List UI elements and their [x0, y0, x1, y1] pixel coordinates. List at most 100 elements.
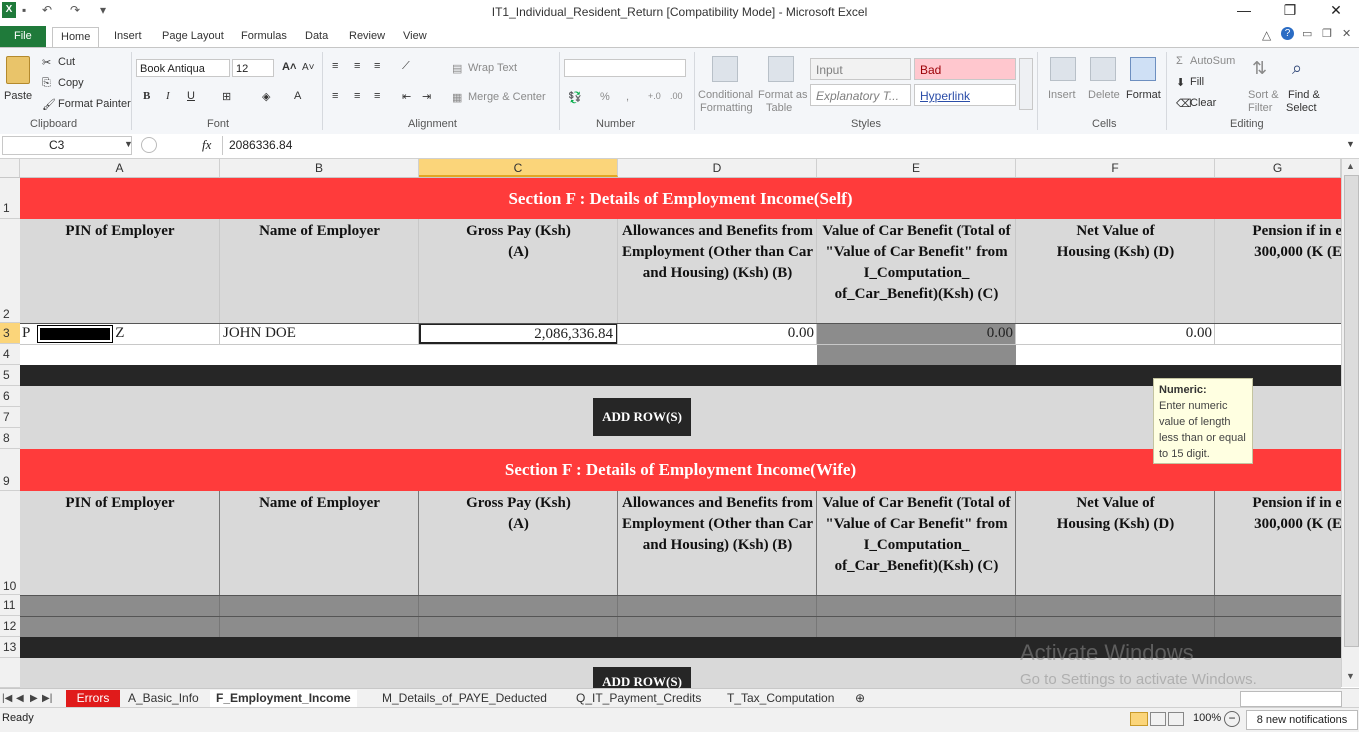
add-rows-self-button[interactable]: ADD ROW(S): [593, 398, 691, 436]
format-as-table-button[interactable]: Format as: [758, 89, 808, 101]
sheet-tab-tax-computation[interactable]: T_Tax_Computation: [727, 690, 834, 707]
font-name-combo[interactable]: Book Antiqua: [136, 59, 230, 77]
next-sheet-icon[interactable]: ▶: [30, 690, 38, 707]
autosum-button[interactable]: AutoSum: [1190, 55, 1235, 67]
zoom-out-icon[interactable]: −: [1224, 711, 1240, 727]
cell-e4[interactable]: [817, 344, 1016, 365]
row-header-8[interactable]: 8: [0, 428, 20, 449]
row-header-9[interactable]: 9: [0, 449, 20, 491]
vertical-scrollbar[interactable]: ▲ ▼: [1341, 159, 1359, 687]
styles-scroll-icon[interactable]: [1019, 58, 1033, 110]
row-header-2[interactable]: 2: [0, 219, 20, 323]
tab-file[interactable]: File: [0, 26, 46, 47]
row-header-12[interactable]: 12: [0, 616, 20, 637]
style-explanatory[interactable]: Explanatory T...: [810, 84, 911, 106]
first-sheet-icon[interactable]: |◀: [2, 690, 12, 707]
column-header-g[interactable]: G: [1215, 159, 1341, 177]
clear-button[interactable]: Clear: [1190, 97, 1216, 109]
font-size-combo[interactable]: 12: [232, 59, 274, 77]
cell-g3[interactable]: [1215, 323, 1341, 344]
scroll-thumb[interactable]: [1344, 175, 1359, 647]
style-hyperlink[interactable]: Hyperlink: [914, 84, 1016, 106]
column-header-d[interactable]: D: [618, 159, 817, 177]
align-right-icon[interactable]: ≡: [374, 90, 380, 102]
row-header-13[interactable]: 13: [0, 637, 20, 658]
decrease-indent-icon[interactable]: ⇤: [402, 90, 411, 103]
sheet-grid[interactable]: 1 2 3 4 5 6 7 8 9 10 11 12 13 Section F …: [0, 178, 1341, 688]
style-bad[interactable]: Bad: [914, 58, 1016, 80]
sort-filter-button[interactable]: Sort &: [1248, 89, 1279, 101]
name-box[interactable]: C3: [2, 136, 132, 155]
restore-button[interactable]: ❐: [1270, 2, 1310, 22]
increase-indent-icon[interactable]: ⇥: [422, 90, 431, 103]
column-header-a[interactable]: A: [20, 159, 220, 177]
tab-home[interactable]: Home: [52, 27, 100, 48]
find-select-button[interactable]: Find &: [1288, 89, 1320, 101]
grow-font-icon[interactable]: A˄: [282, 61, 296, 73]
insert-sheet-icon[interactable]: ⊕: [855, 690, 865, 707]
page-layout-view-icon[interactable]: [1150, 712, 1166, 726]
increase-decimal-icon[interactable]: +.0: [648, 91, 661, 101]
cut-button[interactable]: Cut: [58, 56, 75, 68]
tab-view[interactable]: View: [395, 27, 435, 46]
row-header-14[interactable]: [0, 658, 20, 688]
sheet-tab-paye-deducted[interactable]: M_Details_of_PAYE_Deducted: [382, 690, 547, 707]
row-header-3[interactable]: 3: [0, 323, 20, 344]
tab-formulas[interactable]: Formulas: [233, 27, 295, 46]
row-header-7[interactable]: 7: [0, 407, 20, 428]
paste-icon[interactable]: [6, 56, 30, 84]
sheet-tab-errors[interactable]: Errors: [66, 690, 120, 707]
row-header-1[interactable]: 1: [0, 178, 20, 219]
shrink-font-icon[interactable]: A˅: [302, 62, 315, 73]
sheet-tab-basic-info[interactable]: A_Basic_Info: [128, 690, 199, 707]
horizontal-scrollbar[interactable]: [1240, 691, 1342, 707]
comma-button[interactable]: ,: [626, 91, 629, 103]
workbook-close-icon[interactable]: ✕: [1342, 27, 1351, 40]
align-left-icon[interactable]: ≡: [332, 90, 338, 102]
style-input[interactable]: Input: [810, 58, 911, 80]
paste-button[interactable]: Paste: [4, 90, 32, 102]
tab-insert[interactable]: Insert: [106, 27, 150, 46]
name-box-dropdown-icon[interactable]: ▼: [124, 139, 133, 149]
add-rows-wife-button[interactable]: ADD ROW(S): [593, 667, 691, 688]
workbook-restore-icon[interactable]: ❐: [1322, 27, 1332, 40]
row-header-5[interactable]: 5: [0, 365, 20, 386]
format-cells-button[interactable]: Format: [1126, 89, 1161, 101]
cell-e3[interactable]: 0.00: [817, 323, 1016, 344]
cell-d3[interactable]: 0.00: [618, 323, 817, 344]
align-bottom-icon[interactable]: ≡: [374, 60, 380, 72]
scroll-up-icon[interactable]: ▲: [1346, 161, 1355, 171]
page-break-view-icon[interactable]: [1168, 712, 1184, 726]
decrease-decimal-icon[interactable]: .00: [670, 91, 683, 101]
insert-function-icon[interactable]: fx: [202, 137, 211, 153]
font-color-icon[interactable]: A: [294, 90, 301, 102]
normal-view-icon[interactable]: [1130, 712, 1148, 726]
bold-icon[interactable]: B: [143, 90, 150, 102]
cell-c3-selected[interactable]: 2,086,336.84: [419, 323, 618, 344]
cell-f3[interactable]: 0.00: [1016, 323, 1215, 344]
cell-b3[interactable]: JOHN DOE: [220, 323, 419, 344]
row-header-6[interactable]: 6: [0, 386, 20, 407]
row-header-10[interactable]: 10: [0, 491, 20, 595]
expand-formula-bar-icon[interactable]: ▼: [1346, 139, 1355, 149]
tab-data[interactable]: Data: [297, 27, 336, 46]
percent-button[interactable]: %: [600, 91, 610, 103]
scroll-down-icon[interactable]: ▼: [1346, 671, 1355, 681]
workbook-minimize-icon[interactable]: ▭: [1302, 27, 1312, 40]
select-all-corner[interactable]: [0, 159, 20, 177]
delete-cells-button[interactable]: Delete: [1088, 89, 1120, 101]
column-header-e[interactable]: E: [817, 159, 1016, 177]
fill-button[interactable]: Fill: [1190, 76, 1204, 88]
orientation-icon[interactable]: ⟋: [402, 60, 410, 73]
column-header-c[interactable]: C: [419, 159, 618, 177]
fill-color-icon[interactable]: ◈: [262, 90, 270, 103]
help-icon[interactable]: ?: [1281, 27, 1294, 40]
number-format-combo[interactable]: [564, 59, 686, 77]
format-painter-button[interactable]: Format Painter: [58, 98, 131, 110]
copy-button[interactable]: Copy: [58, 77, 84, 89]
notifications-badge[interactable]: 8 new notifications: [1246, 710, 1358, 730]
align-center-icon[interactable]: ≡: [354, 90, 360, 102]
insert-cells-button[interactable]: Insert: [1048, 89, 1076, 101]
row-header-4[interactable]: 4: [0, 344, 20, 365]
prev-sheet-icon[interactable]: ◀: [16, 690, 24, 707]
